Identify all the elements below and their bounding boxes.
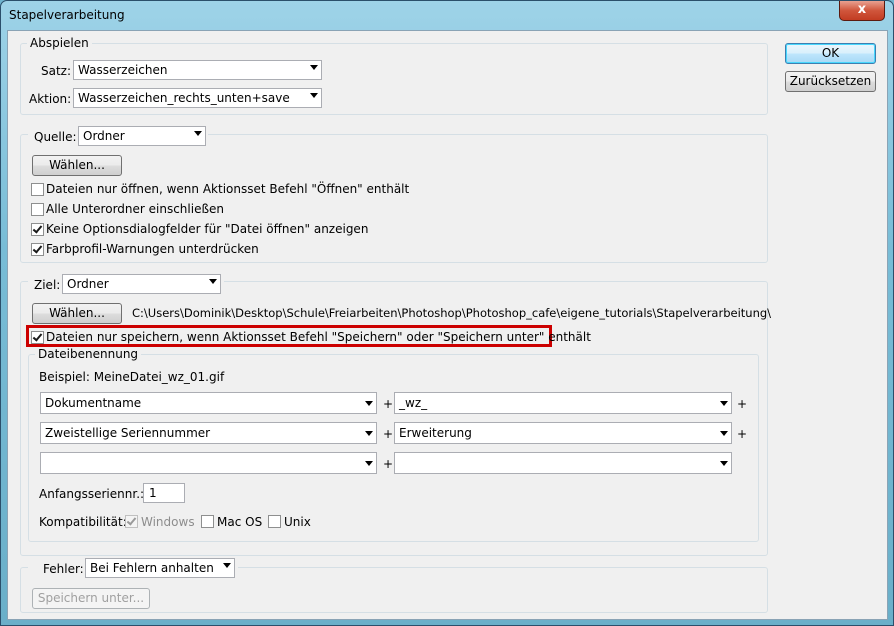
set-value: Wasserzeichen [78, 63, 168, 77]
source-option-checkbox-0[interactable] [31, 183, 44, 196]
save-only-label: Dateien nur speichern, wenn Aktionsset B… [46, 330, 591, 344]
errors-label: Fehler: [43, 562, 84, 576]
plus-sign: + [383, 427, 394, 441]
chevron-down-icon [365, 461, 373, 466]
source-option-checkbox-2[interactable] [31, 223, 44, 236]
action-label: Aktion: [29, 92, 72, 106]
chevron-down-icon [310, 65, 318, 70]
chevron-down-icon [209, 279, 217, 284]
chevron-down-icon [310, 93, 318, 98]
reset-button[interactable]: Zurücksetzen [785, 71, 876, 92]
plus-sign: + [737, 427, 748, 441]
source-option-label-1: Alle Unterordner einschließen [46, 202, 225, 216]
naming-row-0-right-dropdown[interactable]: _wz_ [394, 392, 732, 414]
source-choose-button[interactable]: Wählen... [32, 155, 122, 176]
dialog-client-area: OK Zurücksetzen Abspielen Satz: Wasserze… [7, 30, 888, 620]
title-bar[interactable]: Stapelverarbeitung x [1, 1, 893, 31]
chevron-down-icon [365, 431, 373, 436]
errors-value: Bei Fehlern anhalten [90, 561, 214, 575]
action-dropdown[interactable]: Wasserzeichen_rechts_unten+save [73, 88, 322, 108]
plus-sign: + [383, 397, 394, 411]
set-dropdown[interactable]: Wasserzeichen [73, 60, 322, 80]
source-option-label-2: Keine Optionsdialogfelder für "Datei öff… [46, 222, 369, 236]
naming-row-1-right-dropdown[interactable]: Erweiterung [394, 422, 732, 444]
target-label: Ziel: [34, 278, 61, 292]
dialog-window: Stapelverarbeitung x OK Zurücksetzen Abs… [0, 0, 894, 626]
chevron-down-icon [720, 461, 728, 466]
naming-row-1-left-dropdown[interactable]: Zweistellige Seriennummer [40, 422, 377, 444]
plus-sign: + [383, 457, 394, 471]
naming-row-2-right-dropdown[interactable] [394, 452, 732, 474]
naming-row-0-right-value: _wz_ [399, 396, 428, 410]
compat-unix-checkbox[interactable] [268, 515, 281, 528]
start-serial-label: Anfangsseriennr.: [39, 487, 145, 501]
start-serial-input[interactable]: 1 [143, 483, 185, 503]
compat-unix-label: Unix [284, 515, 311, 529]
naming-row-1-right-value: Erweiterung [399, 426, 472, 440]
close-button[interactable]: x [839, 1, 885, 21]
chevron-down-icon [720, 431, 728, 436]
target-choose-button[interactable]: Wählen... [32, 303, 122, 324]
compat-windows-checkbox[interactable] [125, 515, 138, 528]
naming-row-0-left-dropdown[interactable]: Dokumentname [40, 392, 377, 414]
window-title: Stapelverarbeitung [9, 8, 125, 22]
save-as-button[interactable]: Speichern unter... [32, 588, 150, 609]
ok-button[interactable]: OK [785, 43, 876, 64]
naming-row-0-left-value: Dokumentname [45, 396, 142, 410]
target-dropdown[interactable]: Ordner [62, 274, 221, 294]
source-value: Ordner [83, 129, 125, 143]
compat-macos-label: Mac OS [217, 515, 263, 529]
naming-example: Beispiel: MeineDatei_wz_01.gif [39, 370, 225, 384]
source-option-label-3: Farbprofil-Warnungen unterdrücken [46, 242, 259, 256]
action-value: Wasserzeichen_rechts_unten+save [78, 91, 290, 105]
save-only-checkbox[interactable] [31, 331, 44, 344]
source-dropdown[interactable]: Ordner [78, 126, 206, 146]
naming-legend: Dateibenennung [38, 347, 139, 361]
errors-dropdown[interactable]: Bei Fehlern anhalten [85, 558, 235, 578]
chevron-down-icon [223, 563, 231, 568]
source-label: Quelle: [34, 130, 77, 144]
source-option-label-0: Dateien nur öffnen, wenn Aktionsset Befe… [46, 182, 410, 196]
compat-label: Kompatibilität: [39, 515, 127, 529]
naming-row-1-left-value: Zweistellige Seriennummer [45, 426, 211, 440]
compat-windows-label: Windows [141, 515, 195, 529]
chevron-down-icon [194, 131, 202, 136]
close-icon: x [857, 2, 867, 17]
plus-sign: + [737, 397, 748, 411]
target-value: Ordner [67, 277, 109, 291]
naming-row-2-left-dropdown[interactable] [40, 452, 377, 474]
play-legend: Abspielen [30, 36, 89, 50]
source-option-checkbox-3[interactable] [31, 243, 44, 256]
target-path: C:\Users\Dominik\Desktop\Schule\Freiarbe… [132, 306, 772, 320]
set-label: Satz: [41, 64, 72, 78]
compat-macos-checkbox[interactable] [201, 515, 214, 528]
chevron-down-icon [365, 401, 373, 406]
chevron-down-icon [720, 401, 728, 406]
source-option-checkbox-1[interactable] [31, 203, 44, 216]
